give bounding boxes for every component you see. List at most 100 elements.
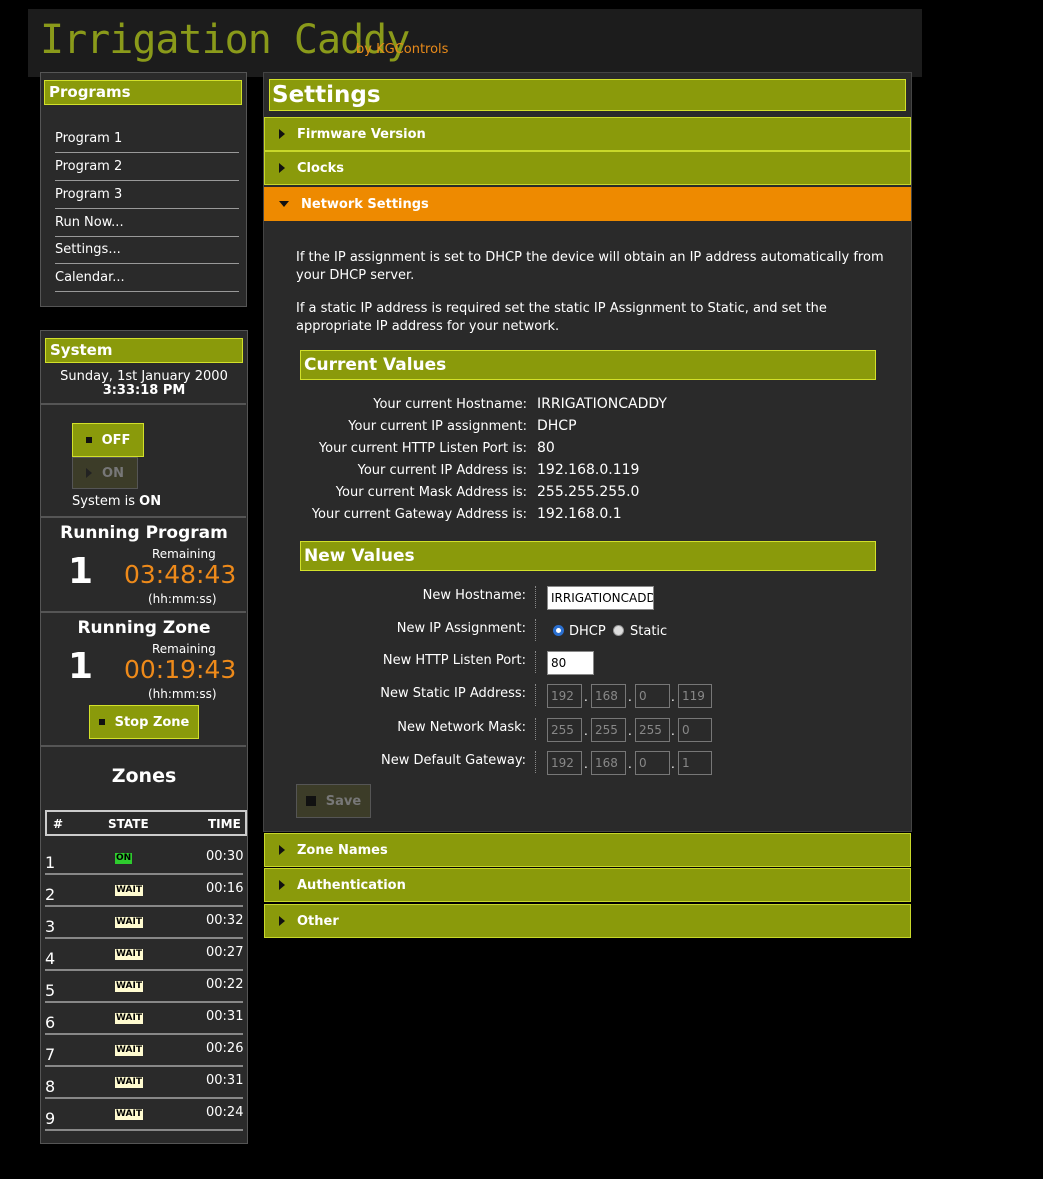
network-info-para-2: If a static IP address is required set t… [296,301,827,334]
nav-program-2[interactable]: Program 2 [55,159,239,174]
section-authentication[interactable]: Authentication [264,868,911,902]
new-port-label: New HTTP Listen Port: [382,653,526,668]
zones-title: Zones [111,765,177,787]
zones-col-num: # [53,817,64,831]
programs-header: Programs [44,80,242,105]
new-mask-label: New Network Mask: [397,720,526,735]
nav-divider [55,236,239,237]
zone-number: 3 [45,917,56,936]
save-label: Save [325,793,362,809]
section-label: Network Settings [301,196,429,212]
zone-row-divider [45,1033,243,1035]
zone-time: 00:31 [206,1009,244,1024]
nav-divider [55,180,239,181]
dhcp-radio-label: DHCP [569,624,606,639]
mask-octet-4[interactable]: 0 [678,718,712,742]
expand-icon [279,845,285,855]
field-separator [535,586,536,608]
nav-program-1[interactable]: Program 1 [55,131,239,146]
zone-state-badge: WAIT [115,1109,143,1120]
gateway-octet-2[interactable]: 168 [591,751,626,775]
new-hostname-input[interactable]: IRRIGATIONCADDY [547,586,654,610]
current-value-label: Your current IP Address is: [357,463,527,478]
system-time: 3:33:18 PM [102,383,186,398]
save-button[interactable]: Save [296,784,371,818]
static-ip-octet-1[interactable]: 192 [547,684,582,708]
running-zone-unit: (hh:mm:ss) [148,687,217,701]
nav-run-now[interactable]: Run Now... [55,215,239,230]
system-off-button[interactable]: OFF [72,423,144,457]
static-ip-octet-3[interactable]: 0 [635,684,670,708]
stop-zone-button[interactable]: Stop Zone [89,705,199,739]
nav-program-3[interactable]: Program 3 [55,187,239,202]
section-other[interactable]: Other [264,904,911,938]
section-firmware-version[interactable]: Firmware Version [264,117,911,151]
field-separator [535,751,536,773]
current-value-label: Your current Gateway Address is: [311,507,527,522]
new-static-ip-label: New Static IP Address: [380,686,526,701]
network-info-para-1: If the IP assignment is set to DHCP the … [296,250,884,283]
brand-byline: by KGControls [356,42,449,57]
section-network-settings[interactable]: Network Settings [264,187,911,221]
zone-number: 8 [45,1077,56,1096]
running-zone-remaining: 00:19:43 [124,655,237,684]
gateway-octet-1[interactable]: 192 [547,751,582,775]
zone-number: 5 [45,981,56,1000]
static-ip-octet-4[interactable]: 119 [678,684,712,708]
nav-settings[interactable]: Settings... [55,242,239,257]
ip-dot: . [584,690,588,704]
zone-state-badge: ON [115,853,133,864]
zone-row-divider [45,873,243,875]
gateway-octet-3[interactable]: 0 [635,751,670,775]
field-separator [535,619,536,641]
running-zone-number: 1 [68,646,94,687]
new-values-header: New Values [300,541,876,571]
zone-number: 1 [45,853,56,872]
mask-octet-3[interactable]: 255 [635,718,670,742]
divider [41,516,246,518]
dhcp-radio[interactable] [553,625,564,636]
current-value-label: Your current IP assignment: [348,419,527,434]
zone-time: 00:30 [206,849,244,864]
floppy-disk-icon [305,796,316,806]
play-icon [86,468,93,478]
mask-octet-1[interactable]: 255 [547,718,582,742]
section-clocks[interactable]: Clocks [264,151,911,185]
section-zone-names[interactable]: Zone Names [264,833,911,867]
stop-icon [98,719,105,725]
nav-divider [55,152,239,153]
gateway-octet-4[interactable]: 1 [678,751,712,775]
current-value: 192.168.0.119 [537,462,640,478]
zone-state-badge: WAIT [115,1077,143,1088]
new-port-input[interactable]: 80 [547,651,594,675]
zone-row-divider [45,1129,243,1131]
ip-dot: . [671,690,675,704]
stop-icon [85,437,92,443]
running-program-number: 1 [68,551,94,592]
zone-time: 00:22 [206,977,244,992]
ip-dot: . [628,757,632,771]
divider [41,745,246,747]
section-label: Zone Names [297,842,388,858]
current-values-header: Current Values [300,350,876,380]
nav-calendar[interactable]: Calendar... [55,270,239,285]
stop-zone-label: Stop Zone [114,714,190,730]
current-value-label: Your current Mask Address is: [335,485,527,500]
system-header: System [45,338,243,363]
mask-octet-2[interactable]: 255 [591,718,626,742]
system-status-value: ON [139,494,162,509]
zone-time: 00:16 [206,881,244,896]
current-value: 80 [537,440,555,456]
system-on-button[interactable]: ON [72,457,138,489]
system-title: System [50,341,113,359]
new-hostname-label: New Hostname: [422,588,526,603]
ip-dot: . [584,757,588,771]
nav-divider [55,291,239,292]
static-ip-octet-2[interactable]: 168 [591,684,626,708]
zone-time: 00:24 [206,1105,244,1120]
zone-state-badge: WAIT [115,1045,143,1056]
zone-state-badge: WAIT [115,1013,143,1024]
nav-divider [55,263,239,264]
static-radio[interactable] [613,625,624,636]
zone-row-divider [45,1097,243,1099]
